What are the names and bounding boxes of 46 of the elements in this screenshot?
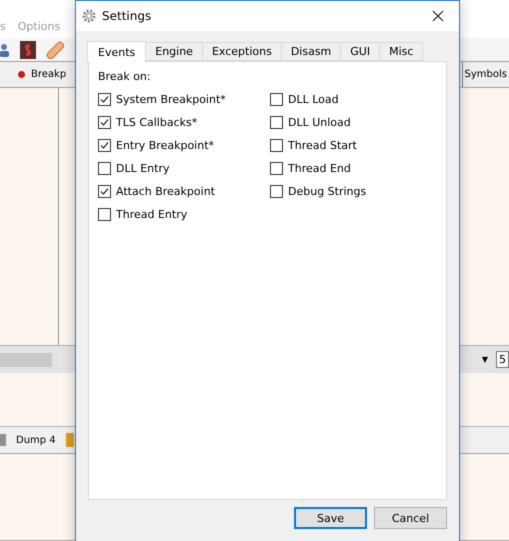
settings-icon (82, 9, 96, 23)
checkbox-label: Thread Entry (116, 208, 188, 221)
checkbox[interactable] (270, 93, 283, 106)
tab[interactable]: Disasm (280, 42, 342, 61)
tab[interactable]: Events (87, 41, 146, 62)
tab[interactable]: Engine (145, 42, 203, 61)
memory-icon (66, 433, 74, 447)
checkbox[interactable] (270, 162, 283, 175)
checkbox-label: Debug Strings (288, 185, 366, 198)
checkbox[interactable] (98, 93, 111, 106)
tab[interactable]: Exceptions (202, 42, 282, 61)
checkbox[interactable] (98, 139, 111, 152)
bandage-icon[interactable] (46, 40, 64, 58)
checkbox[interactable] (98, 185, 111, 198)
checkbox[interactable] (98, 116, 111, 129)
checkbox-label: DLL Load (288, 93, 339, 106)
dropdown-arrow[interactable]: ▼ (482, 355, 488, 364)
checkbox-label: Entry Breakpoint* (116, 139, 214, 152)
checkbox[interactable] (270, 139, 283, 152)
checkbox[interactable] (98, 208, 111, 221)
cancel-button[interactable]: Cancel (374, 507, 447, 529)
checkbox-label: DLL Unload (288, 116, 351, 129)
group-label: Break on: (98, 70, 152, 83)
checkbox[interactable] (270, 116, 283, 129)
checkbox-label: DLL Entry (116, 162, 170, 175)
checkbox-label: Thread Start (288, 139, 357, 152)
checkbox-label: TLS Callbacks* (116, 116, 198, 129)
save-button[interactable]: Save (294, 507, 367, 529)
person-icon[interactable] (0, 42, 10, 56)
checkbox[interactable] (270, 185, 283, 198)
breakpoint-dot-icon (18, 71, 25, 78)
tab[interactable]: GUI (340, 42, 380, 61)
memory-icon (0, 434, 6, 446)
symbols-tab[interactable]: Symbols (462, 62, 509, 87)
checkbox-label: Thread End (288, 162, 351, 175)
breakpoints-tab[interactable]: Breakp (12, 62, 72, 87)
dollar-icon[interactable] (20, 40, 36, 58)
window-title: Settings (102, 9, 152, 23)
dump-tab[interactable]: Dump 4 (10, 427, 62, 453)
scrollbar-thumb[interactable] (0, 352, 52, 366)
close-icon[interactable] (432, 10, 444, 22)
checkbox-label: System Breakpoint* (116, 93, 226, 106)
checkbox-label: Attach Breakpoint (116, 185, 215, 198)
tab[interactable]: Misc (379, 42, 424, 61)
number-field[interactable]: 5 (496, 351, 509, 368)
checkbox[interactable] (98, 162, 111, 175)
